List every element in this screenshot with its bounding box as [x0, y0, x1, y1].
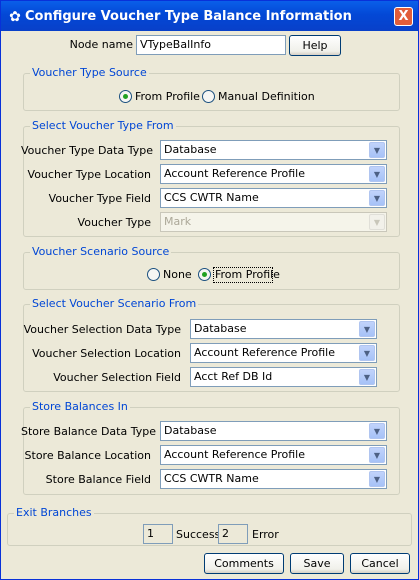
node-icon: ✿ — [9, 9, 21, 25]
chevron-down-icon[interactable]: ▼ — [359, 345, 375, 361]
voucher-scenario-source-group: Voucher Scenario Source — [23, 245, 400, 290]
selected-value: Database — [164, 143, 217, 156]
voucher-type-data-type-label: Voucher Type Data Type — [21, 144, 153, 157]
store-balance-field-select[interactable]: CCS CWTR Name ▼ — [160, 469, 387, 489]
group-title: Select Voucher Type From — [30, 119, 176, 132]
voucher-selection-field-select[interactable]: Acct Ref DB Id ▼ — [190, 367, 377, 387]
selected-value: Database — [164, 424, 217, 437]
selected-value: Acct Ref DB Id — [194, 370, 273, 383]
store-balance-data-type-label: Store Balance Data Type — [21, 425, 156, 438]
group-title: Exit Branches — [14, 506, 94, 519]
window-title: Configure Voucher Type Balance Informati… — [25, 9, 352, 24]
voucher-selection-location-label: Voucher Selection Location — [32, 347, 181, 360]
selected-value: CCS CWTR Name — [164, 191, 259, 204]
chevron-down-icon: ▼ — [369, 214, 385, 230]
selected-value: Account Reference Profile — [194, 346, 336, 359]
radio-manual-definition-label: Manual Definition — [218, 90, 315, 103]
chevron-down-icon[interactable]: ▼ — [359, 369, 375, 385]
voucher-type-data-type-select[interactable]: Database ▼ — [160, 140, 387, 160]
voucher-selection-data-type-label: Voucher Selection Data Type — [23, 323, 181, 336]
chevron-down-icon[interactable]: ▼ — [369, 471, 385, 487]
selected-value: Account Reference Profile — [164, 448, 306, 461]
voucher-type-select: Mark ▼ — [160, 212, 387, 232]
chevron-down-icon[interactable]: ▼ — [359, 321, 375, 337]
radio-scenario-from-profile-label: From Profile — [215, 268, 280, 281]
chevron-down-icon[interactable]: ▼ — [369, 447, 385, 463]
selected-value: Database — [194, 322, 247, 335]
node-name-field[interactable]: VTypeBalInfo — [136, 35, 286, 55]
selected-value: CCS CWTR Name — [164, 472, 259, 485]
radio-from-profile-label: From Profile — [135, 90, 200, 103]
group-title: Voucher Type Source — [30, 66, 149, 79]
group-title: Voucher Scenario Source — [30, 245, 172, 258]
chevron-down-icon[interactable]: ▼ — [369, 166, 385, 182]
selected-value: Mark — [164, 215, 192, 228]
close-button[interactable]: X — [394, 7, 413, 26]
branch-name: Error — [252, 528, 279, 541]
branch-number: 2 — [218, 524, 248, 544]
voucher-selection-data-type-select[interactable]: Database ▼ — [190, 319, 377, 339]
group-title: Store Balances In — [30, 400, 130, 413]
voucher-type-field-select[interactable]: CCS CWTR Name ▼ — [160, 188, 387, 208]
radio-from-profile[interactable] — [119, 90, 132, 103]
voucher-selection-location-select[interactable]: Account Reference Profile ▼ — [190, 343, 377, 363]
voucher-selection-field-label: Voucher Selection Field — [53, 371, 181, 384]
chevron-down-icon[interactable]: ▼ — [369, 423, 385, 439]
store-balance-field-label: Store Balance Field — [45, 473, 151, 486]
cancel-button[interactable]: Cancel — [350, 553, 410, 574]
radio-none[interactable] — [147, 268, 160, 281]
store-balance-location-label: Store Balance Location — [24, 449, 151, 462]
voucher-type-location-label: Voucher Type Location — [27, 168, 151, 181]
help-button[interactable]: Help — [289, 35, 341, 56]
radio-scenario-from-profile[interactable] — [198, 268, 211, 281]
branch-number: 1 — [143, 524, 173, 544]
group-title: Select Voucher Scenario From — [30, 297, 199, 310]
voucher-type-field-label: Voucher Type Field — [48, 192, 151, 205]
save-button[interactable]: Save — [290, 553, 344, 574]
voucher-type-location-select[interactable]: Account Reference Profile ▼ — [160, 164, 387, 184]
radio-none-label: None — [163, 268, 192, 281]
store-balance-location-select[interactable]: Account Reference Profile ▼ — [160, 445, 387, 465]
radio-manual-definition[interactable] — [202, 90, 215, 103]
store-balance-data-type-select[interactable]: Database ▼ — [160, 421, 387, 441]
title-bar: ✿ Configure Voucher Type Balance Informa… — [1, 1, 418, 31]
node-name-label: Node name — [69, 38, 133, 51]
radio-selected-dot — [123, 94, 128, 99]
configure-dialog: ✿ Configure Voucher Type Balance Informa… — [0, 0, 419, 580]
voucher-type-label: Voucher Type — [77, 216, 151, 229]
chevron-down-icon[interactable]: ▼ — [369, 142, 385, 158]
radio-selected-dot — [202, 272, 207, 277]
selected-value: Account Reference Profile — [164, 167, 306, 180]
branch-name: Success — [176, 528, 221, 541]
chevron-down-icon[interactable]: ▼ — [369, 190, 385, 206]
comments-button[interactable]: Comments — [204, 553, 284, 574]
